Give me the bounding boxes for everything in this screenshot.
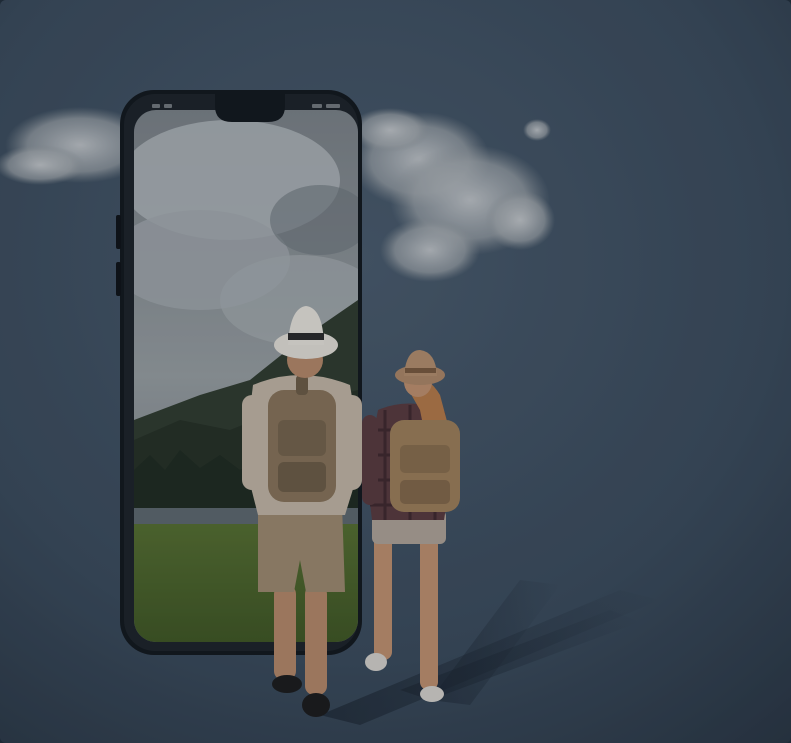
phone-notch: [215, 94, 285, 122]
travel-photo-scene: [0, 0, 791, 743]
scene-illustration: [0, 0, 791, 743]
